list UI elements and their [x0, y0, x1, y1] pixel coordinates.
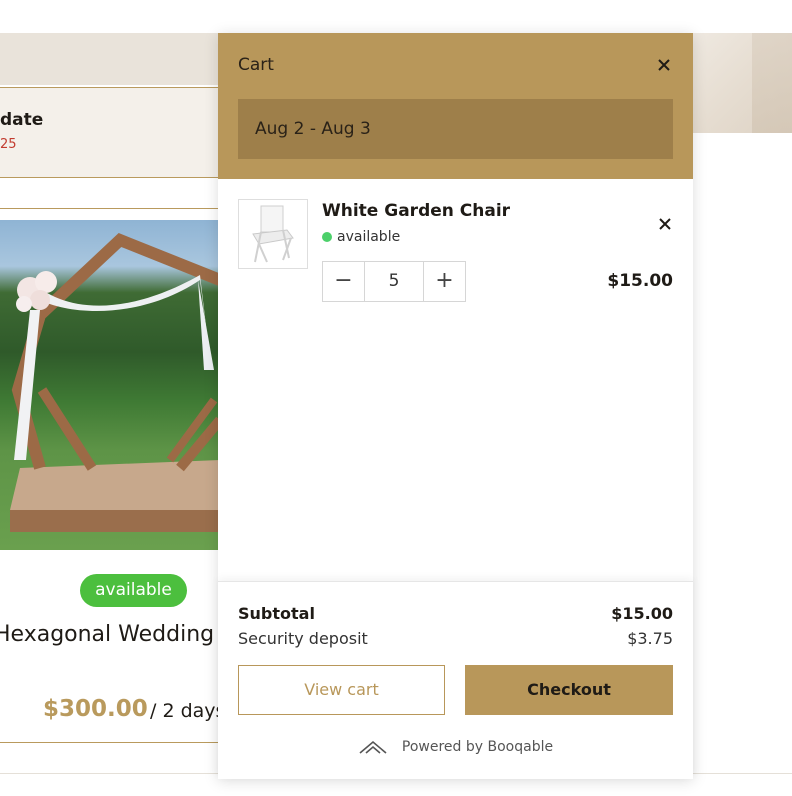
hero-banner-image [692, 33, 792, 133]
deposit-value: $3.75 [627, 629, 673, 648]
cart-title: Cart [238, 55, 274, 75]
product-price: $300.00 [43, 696, 148, 722]
date-selector-value: 25 [0, 137, 17, 152]
quantity-value[interactable]: 5 [364, 262, 424, 301]
decrease-quantity-button[interactable]: − [323, 262, 364, 301]
date-selector-box[interactable] [0, 87, 220, 178]
item-name[interactable]: White Garden Chair [322, 201, 510, 221]
increase-quantity-button[interactable]: + [424, 262, 465, 301]
view-cart-button[interactable]: View cart [238, 665, 445, 715]
item-price: $15.00 [607, 271, 673, 291]
powered-by-text: Powered by Booqable [401, 739, 554, 755]
quantity-stepper: − 5 + [322, 261, 466, 302]
cart-header: Cart Aug 2 - Aug 3 [218, 33, 693, 179]
rental-date-range[interactable]: Aug 2 - Aug 3 [238, 99, 673, 159]
product-photo-illustration [10, 233, 220, 532]
chair-icon [252, 205, 294, 263]
product-image[interactable] [0, 220, 220, 550]
deposit-label: Security deposit [238, 629, 368, 648]
powered-by[interactable]: Powered by Booqable [218, 735, 693, 759]
product-price-period: / 2 days [150, 700, 226, 722]
status-dot-icon [322, 232, 332, 242]
availability-badge: available [80, 574, 187, 607]
subtotal-value: $15.00 [611, 604, 673, 623]
cart-footer: Subtotal $15.00 Security deposit $3.75 V… [218, 581, 693, 779]
divider [0, 742, 220, 743]
booqable-logo-icon [359, 740, 387, 754]
subtotal-label: Subtotal [238, 604, 315, 623]
item-thumbnail [238, 199, 308, 269]
checkout-button[interactable]: Checkout [465, 665, 673, 715]
date-selector-label: date [0, 110, 44, 130]
item-status: available [337, 229, 401, 245]
hero-banner-strip [0, 33, 220, 85]
cart-drawer: Cart Aug 2 - Aug 3 White Garden Chair av… [218, 33, 693, 779]
close-icon[interactable] [654, 55, 674, 75]
divider [0, 208, 220, 209]
remove-item-icon[interactable] [655, 214, 675, 234]
product-title[interactable]: Hexagonal Wedding [0, 622, 214, 647]
